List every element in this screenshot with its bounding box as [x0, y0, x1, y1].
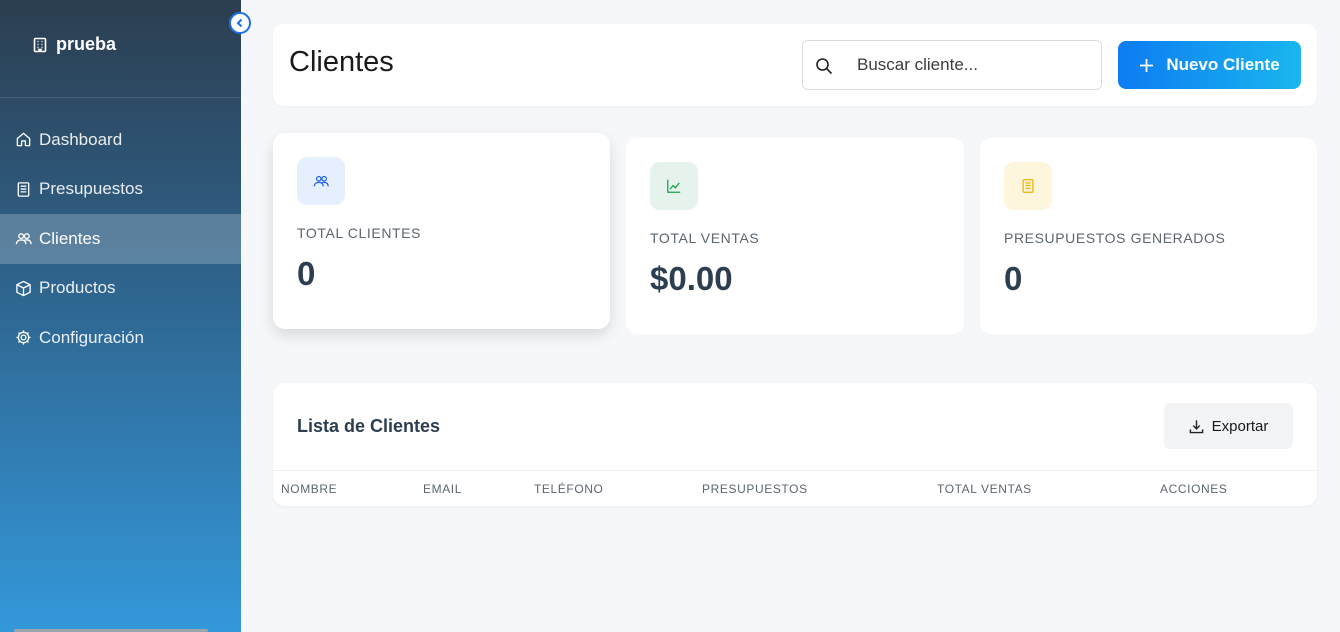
sidebar: prueba Dashboard Presupuestos Clientes P… — [0, 0, 241, 632]
sidebar-item-configuracion[interactable]: Configuración — [0, 313, 241, 363]
sidebar-item-dashboard[interactable]: Dashboard — [0, 115, 241, 165]
chevron-left-icon — [236, 18, 243, 28]
column-header-nombre[interactable]: NOMBRE — [281, 482, 337, 496]
search-icon — [816, 58, 833, 75]
stat-icon-box — [297, 157, 345, 205]
sidebar-nav: Dashboard Presupuestos Clientes Producto… — [0, 115, 241, 363]
sidebar-item-label: Configuración — [39, 327, 144, 347]
sidebar-collapse-button[interactable] — [229, 12, 251, 34]
users-icon — [313, 175, 329, 187]
stat-icon-box — [1004, 162, 1052, 210]
gear-icon — [16, 330, 31, 345]
list-title: Lista de Clientes — [297, 416, 441, 436]
chart-line-icon — [667, 179, 681, 193]
download-icon — [1189, 419, 1203, 433]
building-icon — [33, 37, 47, 52]
new-client-label: Nuevo Cliente — [1166, 55, 1280, 74]
table-header: NOMBRE EMAIL TELÉFONO PRESUPUESTOS TOTAL… — [273, 470, 1317, 506]
stat-label: TOTAL VENTAS — [650, 230, 760, 246]
home-icon — [16, 132, 31, 147]
search-input[interactable] — [857, 41, 1087, 89]
horizontal-scrollbar[interactable] — [0, 627, 241, 632]
sidebar-item-productos[interactable]: Productos — [0, 264, 241, 314]
sidebar-item-label: Presupuestos — [39, 179, 143, 199]
search-box[interactable] — [802, 40, 1102, 90]
export-button[interactable]: Exportar — [1164, 403, 1293, 449]
page-title: Clientes — [289, 46, 394, 78]
export-label: Exportar — [1211, 417, 1269, 435]
sidebar-item-label: Productos — [39, 278, 116, 298]
page-header: Clientes Nuevo Cliente — [273, 24, 1317, 106]
stat-value: 0 — [297, 255, 316, 292]
column-header-telefono[interactable]: TELÉFONO — [534, 482, 603, 496]
plus-icon — [1140, 58, 1154, 72]
column-header-acciones[interactable]: ACCIONES — [1160, 482, 1227, 496]
brand-name: prueba — [56, 34, 117, 54]
stat-card-presupuestos[interactable]: PRESUPUESTOS GENERADOS 0 — [980, 138, 1317, 334]
sidebar-item-clientes[interactable]: Clientes — [0, 214, 241, 264]
column-header-email[interactable]: EMAIL — [423, 482, 462, 496]
brand: prueba — [0, 0, 241, 98]
box-icon — [16, 280, 31, 296]
users-icon — [15, 233, 32, 245]
stat-value: 0 — [1004, 260, 1023, 297]
client-list-card: Lista de Clientes Exportar NOMBRE EMAIL … — [273, 383, 1317, 506]
column-header-total-ventas[interactable]: TOTAL VENTAS — [937, 482, 1032, 496]
sidebar-item-label: Clientes — [39, 228, 101, 248]
stat-card-total-clientes[interactable]: TOTAL CLIENTES 0 — [273, 133, 610, 329]
new-client-button[interactable]: Nuevo Cliente — [1118, 41, 1301, 89]
document-icon — [17, 181, 30, 197]
stat-value: $0.00 — [650, 260, 733, 297]
stat-label: PRESUPUESTOS GENERADOS — [1004, 230, 1226, 246]
stat-icon-box — [650, 162, 698, 210]
sidebar-item-label: Dashboard — [39, 129, 123, 149]
stat-label: TOTAL CLIENTES — [297, 225, 422, 241]
document-icon — [1022, 179, 1034, 193]
stat-card-total-ventas[interactable]: TOTAL VENTAS $0.00 — [626, 138, 964, 334]
sidebar-item-presupuestos[interactable]: Presupuestos — [0, 165, 241, 215]
column-header-presupuestos[interactable]: PRESUPUESTOS — [702, 482, 808, 496]
